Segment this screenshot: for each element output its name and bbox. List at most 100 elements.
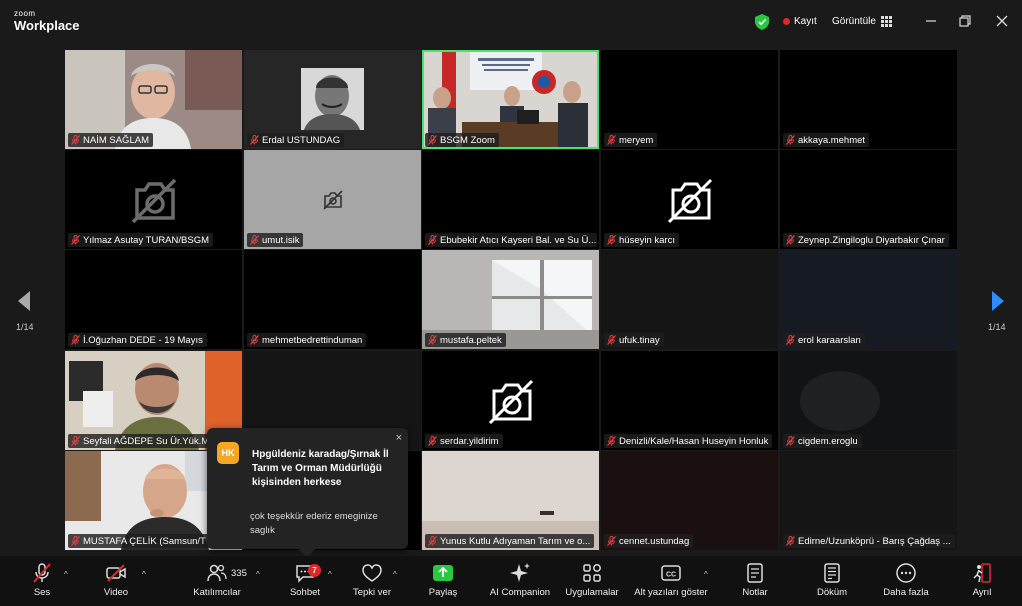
participant-tile[interactable]: ufuk.tinay (601, 250, 778, 349)
participant-tile[interactable]: mehmetbedrettinduman (244, 250, 421, 349)
heart-icon (362, 564, 382, 582)
participant-tile[interactable]: serdar.yildirim (422, 351, 599, 450)
participant-tile[interactable]: mustafa.peltek (422, 250, 599, 349)
participant-tile[interactable]: Erdal USTUNDAG (244, 50, 421, 149)
notes-label: Notlar (742, 587, 768, 598)
transcript-button[interactable]: Döküm (792, 562, 872, 598)
page-indicator-left: 1/14 (16, 322, 34, 332)
participant-tile[interactable]: cennet.ustundag (601, 451, 778, 550)
brand-big: Workplace (14, 18, 80, 33)
share-label: Paylaş (428, 587, 458, 598)
participant-tile[interactable]: akkaya.mehmet (780, 50, 957, 149)
ai-companion-button[interactable]: AI Companion (480, 562, 560, 598)
mic-muted-icon (71, 536, 80, 546)
leave-button[interactable]: Ayrıl (942, 562, 1022, 598)
participant-name: Zeynep.Zingiloglu Diyarbakır Çınar (798, 234, 945, 246)
participant-tile[interactable]: hüseyin karcı (601, 150, 778, 249)
video-options-icon[interactable]: ^ (142, 570, 146, 579)
ai-label: AI Companion (489, 587, 551, 598)
participant-nameplate: Erdal USTUNDAG (247, 133, 345, 147)
participant-name: meryem (619, 134, 654, 146)
participant-name: MUSTAFA ÇELİK (Samsun/T (83, 535, 206, 547)
mic-muted-icon (607, 235, 616, 245)
audio-button[interactable]: Ses (2, 562, 82, 598)
audio-options-icon[interactable]: ^ (64, 570, 68, 579)
view-label: Görüntüle (832, 16, 876, 27)
participant-name: BSGM Zoom (440, 134, 495, 146)
participant-nameplate: meryem (604, 133, 658, 147)
cc-icon: CC (661, 565, 681, 581)
participant-tile[interactable]: İ.Oğuzhan DEDE - 19 Mayıs (65, 250, 242, 349)
recording-indicator[interactable]: Kayıt (783, 16, 817, 27)
participant-name: NAİM SAĞLAM (83, 134, 149, 146)
participant-nameplate: erol karaarslan (783, 333, 865, 347)
mic-muted-icon (786, 536, 795, 546)
captions-button[interactable]: CC Alt yazıları göster (631, 562, 711, 598)
participant-tile[interactable]: Denizli/Kale/Hasan Huseyin Honluk (601, 351, 778, 450)
mic-muted-icon (71, 335, 80, 345)
react-options-icon[interactable]: ^ (393, 570, 397, 579)
participant-nameplate: Edirne/Uzunköprü - Barış Çağdaş ... (783, 534, 955, 548)
participant-nameplate: Yunus Kutlu Adıyaman Tarım ve o... (425, 534, 595, 548)
mic-muted-icon (428, 536, 437, 546)
participant-tile[interactable]: umut.isik (244, 150, 421, 249)
participant-nameplate: BSGM Zoom (425, 133, 499, 147)
mic-muted-icon (786, 436, 795, 446)
participant-nameplate: Seyfali AĞDEPE Su Ür.Yük.M (68, 434, 214, 448)
share-screen-icon (433, 565, 453, 581)
participant-name: mehmetbedrettinduman (262, 334, 363, 346)
participant-nameplate: serdar.yildirim (425, 434, 503, 448)
sender-avatar: HK (217, 442, 239, 464)
svg-text:CC: CC (666, 572, 676, 579)
participant-name: ufuk.tinay (619, 334, 660, 346)
participant-nameplate: hüseyin karcı (604, 233, 679, 247)
video-off-icon (106, 564, 126, 582)
participant-tile[interactable]: NAİM SAĞLAM (65, 50, 242, 149)
participant-tile[interactable]: Edirne/Uzunköprü - Barış Çağdaş ... (780, 451, 957, 550)
participant-name: cennet.ustundag (619, 535, 690, 547)
close-icon[interactable] (995, 14, 1009, 28)
share-button[interactable]: Paylaş (403, 562, 483, 598)
more-icon (896, 563, 916, 583)
recording-label: Kayıt (794, 16, 817, 27)
next-page-icon[interactable] (988, 289, 1008, 313)
captions-options-icon[interactable]: ^ (704, 570, 708, 579)
minimize-icon[interactable] (924, 14, 938, 28)
mic-muted-icon (428, 235, 437, 245)
participant-nameplate: mehmetbedrettinduman (247, 333, 367, 347)
grid-icon (880, 16, 892, 27)
mic-muted-icon (786, 335, 795, 345)
leave-label: Ayrıl (972, 587, 992, 598)
participant-tile[interactable]: Yunus Kutlu Adıyaman Tarım ve o... (422, 451, 599, 550)
participant-tile[interactable]: BSGM Zoom (422, 50, 599, 149)
shield-icon[interactable] (755, 14, 769, 30)
mic-muted-icon (607, 536, 616, 546)
participant-nameplate: Zeynep.Zingiloglu Diyarbakır Çınar (783, 233, 949, 247)
brand-small: zoom (14, 9, 36, 18)
participant-tile[interactable]: meryem (601, 50, 778, 149)
mic-muted-icon (786, 235, 795, 245)
apps-button[interactable]: Uygulamalar (552, 562, 632, 598)
react-button[interactable]: Tepki ver (332, 562, 412, 598)
participant-nameplate: ufuk.tinay (604, 333, 664, 347)
restore-icon[interactable] (958, 14, 972, 28)
participant-tile[interactable]: erol karaarslan (780, 250, 957, 349)
participant-name: Ebubekir Atıcı Kayseri Bal. ve Su Ü... (440, 234, 597, 246)
participant-tile[interactable]: cigdem.eroglu (780, 351, 957, 450)
video-button[interactable]: Video (76, 562, 156, 598)
prev-page-icon[interactable] (14, 289, 34, 313)
notes-button[interactable]: Notlar (715, 562, 795, 598)
participants-options-icon[interactable]: ^ (256, 570, 260, 579)
chat-popup-close-icon[interactable]: × (396, 432, 402, 444)
mic-muted-icon (428, 436, 437, 446)
leave-icon (973, 563, 991, 583)
chat-notification[interactable]: HK Hpgüldeniz karadag/Şırnak İl Tarım ve… (207, 428, 408, 558)
chat-sender: Hpgüldeniz karadag/Şırnak İl Tarım ve Or… (252, 449, 389, 488)
mic-muted-icon (786, 135, 795, 145)
participant-tile[interactable]: Zeynep.Zingiloglu Diyarbakır Çınar (780, 150, 957, 249)
participant-tile[interactable]: Yılmaz Asutay TURAN/BSGM (65, 150, 242, 249)
participant-tile[interactable]: Ebubekir Atıcı Kayseri Bal. ve Su Ü... (422, 150, 599, 249)
view-button[interactable]: Görüntüle (832, 16, 892, 27)
more-button[interactable]: Daha fazla (866, 562, 946, 598)
video-stage: 1/14 1/14 NAİM SAĞLAM Erdal USTUNDAG BSGM … (0, 44, 1022, 556)
